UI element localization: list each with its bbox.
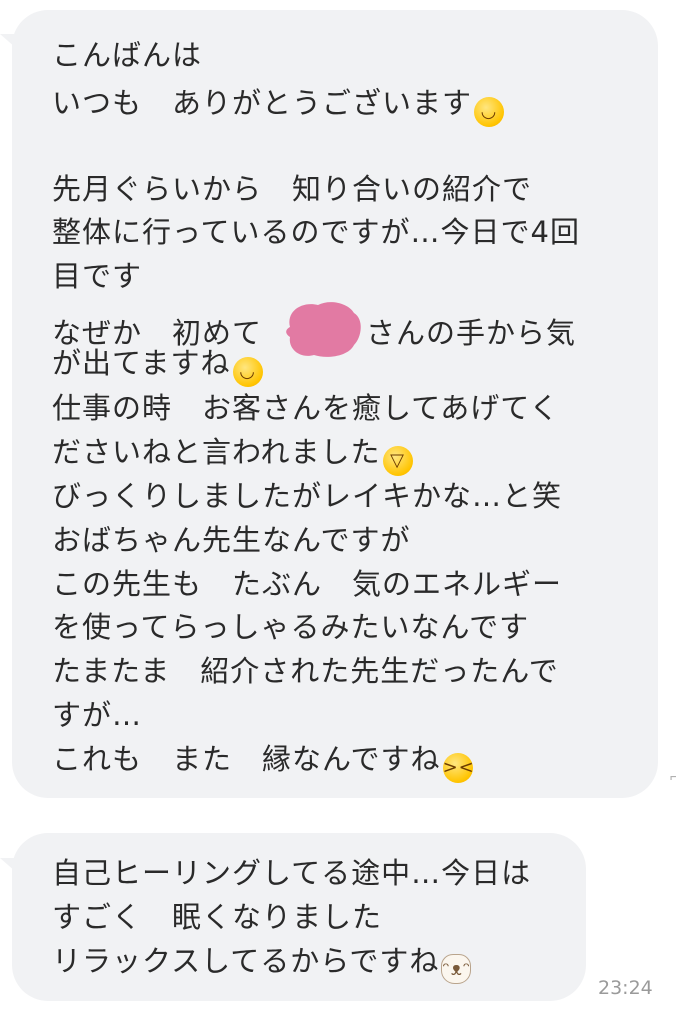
message-line-text: リラックスしてるからですね	[52, 944, 440, 978]
message-line: なぜか 初めて さんの手から気	[52, 297, 576, 357]
message-line: 自己ヒーリングしてる途中…今日は	[52, 856, 532, 890]
message-line: 整体に行っているのですが…今日で4回	[52, 215, 581, 249]
message-line-text: ださいねと言われました	[52, 435, 381, 469]
message-line: びっくりしましたがレイキかな…と笑	[52, 479, 563, 513]
smiling-face-emoji-icon: ◡	[232, 357, 263, 387]
message-line-text: いつも ありがとうございます	[52, 86, 473, 120]
message-line: 先月ぐらいから 知り合いの紹介で	[52, 172, 533, 206]
message-line: すが…	[52, 698, 143, 732]
redacted-name-blot	[282, 297, 364, 361]
message-line: いつも ありがとうございます ◡	[52, 81, 505, 127]
message-line: リラックスしてるからですね ᵔᴥᵔ	[52, 939, 472, 984]
grinning-sweat-emoji-icon: ▽	[382, 446, 413, 476]
message-line: これも また 縁なんですね ><	[52, 737, 474, 783]
message-timestamp: 23:24	[598, 977, 653, 999]
message-line: 目です	[52, 259, 143, 293]
message-line-text: が出てますね	[52, 346, 231, 380]
message-line: すごく 眠くなりました	[52, 900, 383, 934]
message-line: ださいねと言われました ▽	[52, 430, 413, 476]
smiling-face-emoji-icon: ◡	[474, 97, 505, 127]
cropped-edge-mark: ⌐	[669, 770, 676, 786]
message-line: たまたま 紹介された先生だったんで	[52, 654, 559, 688]
message-line: こんばんは	[52, 38, 203, 72]
cat-sticker-emoji-icon: ᵔᴥᵔ	[441, 954, 472, 984]
message-line-text: これも また 縁なんですね	[52, 742, 441, 776]
message-bubble[interactable]: 自己ヒーリングしてる途中…今日は すごく 眠くなりました リラックスしてるからで…	[12, 833, 586, 1001]
message-line-text: さんの手から気	[366, 316, 577, 350]
message-line: おばちゃん先生なんですが	[52, 523, 411, 557]
laughing-face-emoji-icon: ><	[442, 753, 474, 783]
message-bubble[interactable]: こんばんは いつも ありがとうございます ◡ 先月ぐらいから 知り合いの紹介で 整…	[12, 10, 658, 798]
message-line: 仕事の時 お客さんを癒してあげてく	[52, 391, 560, 425]
message-line: が出てますね ◡	[52, 341, 263, 387]
message-line: この先生も たぶん 気のエネルギー	[52, 567, 563, 601]
message-line: を使ってらっしゃるみたいなんです	[52, 610, 530, 644]
